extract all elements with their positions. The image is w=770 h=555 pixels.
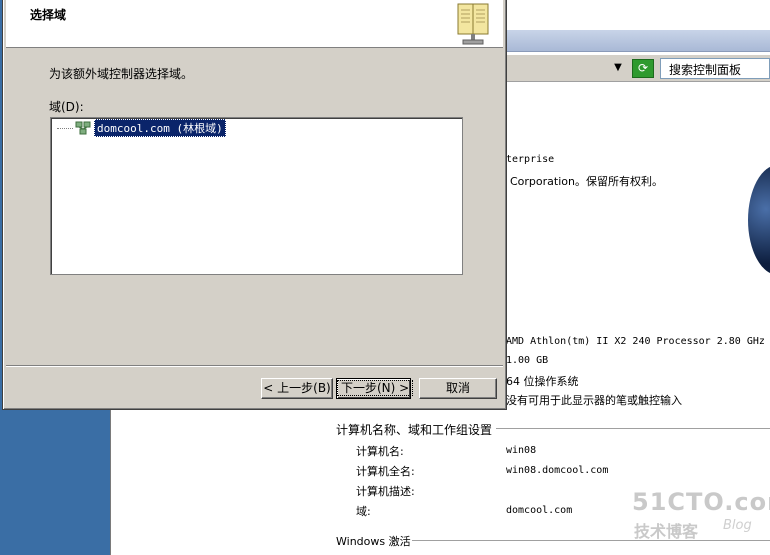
wizard-separator: [6, 365, 503, 367]
cancel-button[interactable]: 取消: [419, 378, 497, 399]
section-divider: [412, 540, 770, 541]
computer-description-label: 计算机描述:: [356, 485, 415, 498]
search-input[interactable]: 搜索控制面板: [660, 58, 770, 79]
computer-fullname-value: win08.domcool.com: [506, 465, 609, 476]
edition-text: terprise: [506, 154, 555, 165]
pen-touch-value: 没有可用于此显示器的笔或触控输入: [506, 394, 682, 407]
watermark-subtitle: 技术博客: [634, 522, 699, 541]
computer-section-title: 计算机名称、域和工作组设置: [336, 423, 493, 437]
tree-connector: [57, 127, 73, 129]
memory-value: 1.00 GB: [506, 355, 549, 366]
refresh-icon[interactable]: ⟳: [632, 59, 654, 78]
computer-name-label: 计算机名:: [356, 445, 404, 458]
domain-list-label: 域(D):: [49, 100, 84, 114]
wizard-header: 选择域: [6, 0, 503, 48]
copyright-text: Corporation。保留所有权利。: [510, 175, 663, 188]
domain-row-value: domcool.com: [506, 505, 573, 516]
section-divider: [496, 428, 770, 429]
domain-tree[interactable]: domcool.com (林根域): [50, 117, 463, 275]
address-dropdown-icon[interactable]: ▼: [612, 62, 624, 74]
computer-fullname-label: 计算机全名:: [356, 465, 415, 478]
domain-icon: [75, 121, 91, 135]
next-button[interactable]: 下一步(N) >: [336, 378, 414, 399]
next-button-label: 下一步(N) >: [337, 380, 414, 396]
wizard-dialog: 选择域 为该额外域控制器选择域。 域(D): domcool.com (林根域)…: [2, 0, 507, 410]
domain-row-label: 域:: [356, 505, 371, 518]
tree-item[interactable]: domcool.com (林根域): [57, 119, 226, 137]
back-button[interactable]: < 上一步(B): [261, 378, 333, 399]
processor-value: AMD Athlon(tm) II X2 240 Processor 2.80 …: [506, 336, 765, 347]
wizard-title: 选择域: [30, 8, 67, 22]
activation-section-title: Windows 激活: [336, 535, 411, 548]
system-type-value: 64 位操作系统: [506, 375, 579, 388]
book-icon: [457, 3, 489, 45]
computer-name-value: win08: [506, 445, 537, 456]
wizard-description: 为该额外域控制器选择域。: [49, 67, 194, 81]
watermark-blog: Blog: [723, 518, 752, 533]
tree-item-label[interactable]: domcool.com (林根域): [94, 119, 226, 137]
watermark-logo: 51CTO.com: [632, 488, 770, 516]
